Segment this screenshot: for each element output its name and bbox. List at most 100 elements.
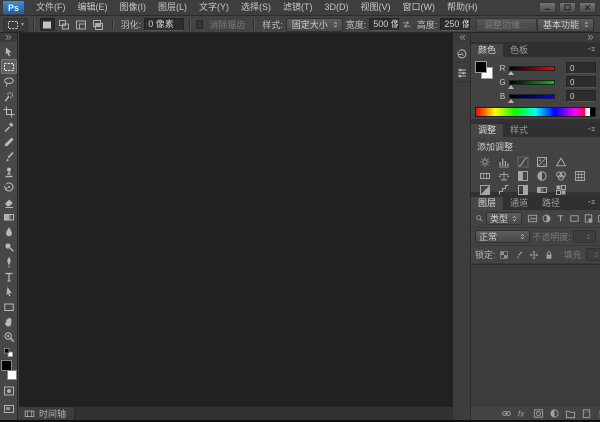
style-select[interactable]: 固定大小: [285, 17, 343, 32]
adjustment-hue-saturation-button[interactable]: [476, 169, 494, 182]
close-button[interactable]: [579, 2, 596, 13]
menu-edit[interactable]: 编辑(E): [72, 0, 114, 15]
shape-layer-filter-button[interactable]: [568, 212, 581, 225]
channel-slider[interactable]: [508, 65, 555, 75]
default-colors-icon[interactable]: [3, 347, 14, 358]
pixel-layer-filter-button[interactable]: [526, 212, 539, 225]
adjustment-exposure-button[interactable]: [533, 155, 551, 168]
spectrum-black-swatch[interactable]: [590, 108, 595, 116]
tool-hand[interactable]: [1, 314, 17, 329]
tool-lasso[interactable]: [1, 74, 17, 89]
new-selection-button[interactable]: [39, 18, 55, 31]
tool-spot-healing[interactable]: [1, 134, 17, 149]
slider-marker[interactable]: [508, 70, 514, 75]
screen-mode-button[interactable]: [1, 402, 17, 416]
channel-value-input[interactable]: 0: [566, 62, 596, 74]
lock-pixels-button[interactable]: [513, 248, 526, 261]
add-mask-button[interactable]: [533, 407, 544, 420]
tool-blur[interactable]: [1, 224, 17, 239]
layers-panel-menu-button[interactable]: [586, 199, 597, 207]
menu-select[interactable]: 选择(S): [235, 0, 277, 15]
fill-input[interactable]: [586, 248, 600, 261]
canvas-area[interactable]: [19, 33, 453, 406]
lock-all-button[interactable]: [543, 248, 556, 261]
tab-layers-1[interactable]: 通道: [503, 197, 535, 210]
link-layers-button[interactable]: [501, 407, 512, 420]
menu-image[interactable]: 图像(I): [114, 0, 153, 15]
tool-clone-stamp[interactable]: [1, 164, 17, 179]
menu-layer[interactable]: 图层(L): [152, 0, 193, 15]
lock-transparency-button[interactable]: [498, 248, 511, 261]
feather-input[interactable]: 0 像素: [144, 18, 184, 31]
lock-position-button[interactable]: [528, 248, 541, 261]
maximize-button[interactable]: [559, 2, 576, 13]
swap-dimensions-button[interactable]: [401, 19, 412, 30]
channel-slider[interactable]: [508, 79, 555, 89]
tool-history-brush[interactable]: [1, 179, 17, 194]
adjustment-brightness-contrast-button[interactable]: [476, 155, 494, 168]
tool-pen[interactable]: [1, 254, 17, 269]
tool-path-selection[interactable]: [1, 284, 17, 299]
layer-filter-type-select[interactable]: 类型: [486, 212, 523, 225]
blend-mode-select[interactable]: 正常: [475, 230, 531, 243]
panel-color-swatches[interactable]: [475, 61, 495, 83]
tool-dodge[interactable]: [1, 239, 17, 254]
tool-eyedropper[interactable]: [1, 119, 17, 134]
anti-alias-checkbox[interactable]: [195, 20, 204, 29]
menu-type[interactable]: 文字(Y): [193, 0, 235, 15]
workspace-switcher[interactable]: 基本功能: [536, 17, 594, 32]
dock-expand-chevrons-icon[interactable]: [453, 33, 470, 42]
panel-foreground-swatch[interactable]: [475, 61, 487, 73]
adjustment-black-white-button[interactable]: [514, 169, 532, 182]
properties-panel-button[interactable]: [453, 66, 470, 82]
tool-brush[interactable]: [1, 149, 17, 164]
add-selection-button[interactable]: [57, 18, 72, 31]
tool-zoom[interactable]: [1, 329, 17, 344]
tab-layers-2[interactable]: 路径: [535, 197, 567, 210]
panels-collapse-chevrons-icon[interactable]: [471, 33, 600, 42]
tool-rectangular-marquee[interactable]: [0, 59, 17, 74]
channel-slider[interactable]: [508, 93, 555, 103]
adjustment-curves-button[interactable]: [514, 155, 532, 168]
tool-eraser[interactable]: [1, 194, 17, 209]
new-layer-button[interactable]: [581, 407, 592, 420]
adjustments-panel-menu-button[interactable]: [586, 126, 597, 134]
toolbar-collapse-chevrons-icon[interactable]: [0, 33, 17, 42]
adjustment-layer-filter-button[interactable]: [540, 212, 553, 225]
timeline-tab[interactable]: 时间轴: [19, 406, 76, 421]
history-panel-button[interactable]: [453, 47, 470, 63]
color-spectrum-ramp[interactable]: [475, 107, 596, 117]
adjustment-color-balance-button[interactable]: [495, 169, 513, 182]
tool-crop[interactable]: [1, 104, 17, 119]
tool-gradient[interactable]: [1, 209, 17, 224]
tool-preset-button[interactable]: ▾: [3, 17, 29, 32]
tab-adjustments-0[interactable]: 调整: [471, 124, 504, 137]
type-layer-filter-button[interactable]: [554, 212, 567, 225]
tab-color-1[interactable]: 色板: [503, 44, 535, 57]
menu-window[interactable]: 窗口(W): [397, 0, 442, 15]
app-logo[interactable]: Ps: [3, 1, 24, 14]
opacity-input[interactable]: [572, 230, 596, 243]
new-group-button[interactable]: [565, 407, 576, 420]
adjustment-color-lookup-button[interactable]: [571, 169, 589, 182]
height-input[interactable]: 250 像素: [440, 18, 470, 31]
quick-mask-button[interactable]: [1, 384, 17, 398]
layers-list[interactable]: [471, 264, 600, 405]
menu-view[interactable]: 视图(V): [355, 0, 397, 15]
new-adjustment-button[interactable]: [549, 407, 560, 420]
tab-color-0[interactable]: 颜色: [471, 44, 504, 57]
adjustment-photo-filter-button[interactable]: [533, 169, 551, 182]
intersect-selection-button[interactable]: [91, 18, 106, 31]
menu-3d[interactable]: 3D(D): [319, 0, 355, 15]
refine-edge-button[interactable]: 调整边缘…: [475, 17, 537, 32]
slider-marker[interactable]: [508, 98, 514, 103]
subtract-selection-button[interactable]: [74, 18, 89, 31]
adjustment-vibrance-button[interactable]: [552, 155, 570, 168]
color-panel-menu-button[interactable]: [586, 46, 597, 54]
channel-value-input[interactable]: 0: [566, 90, 596, 102]
slider-marker[interactable]: [508, 84, 514, 89]
minimize-button[interactable]: [539, 2, 556, 13]
tool-type[interactable]: [1, 269, 17, 284]
channel-value-input[interactable]: 0: [566, 76, 596, 88]
foreground-color-swatch[interactable]: [0, 360, 12, 371]
